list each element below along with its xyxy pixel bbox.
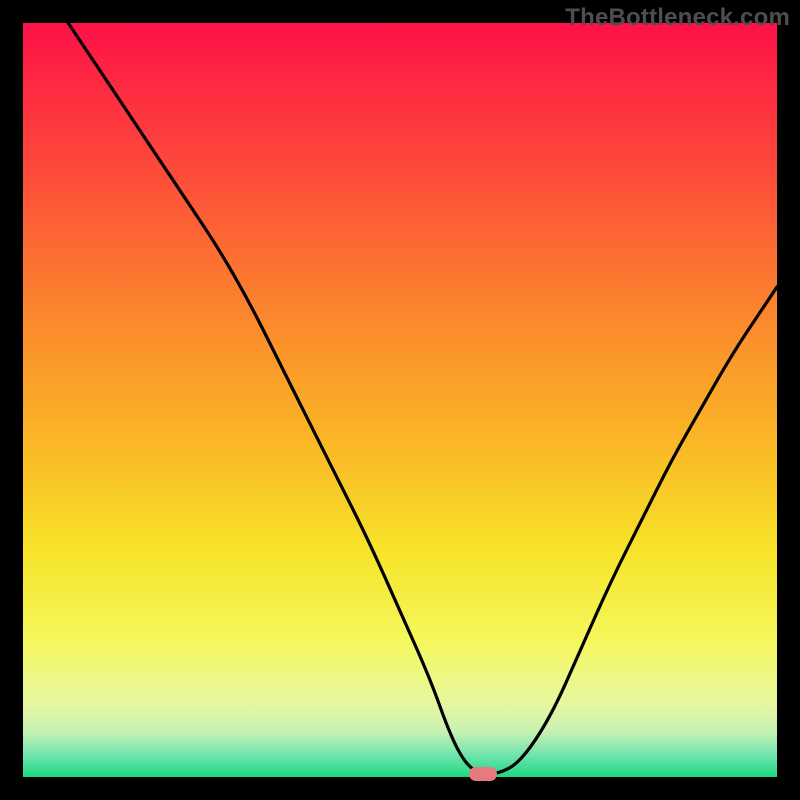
chart-frame: TheBottleneck.com xyxy=(0,0,800,800)
gradient-background xyxy=(23,23,777,777)
watermark-text: TheBottleneck.com xyxy=(565,4,790,32)
optimal-marker xyxy=(469,767,497,781)
plot-area xyxy=(23,23,777,777)
